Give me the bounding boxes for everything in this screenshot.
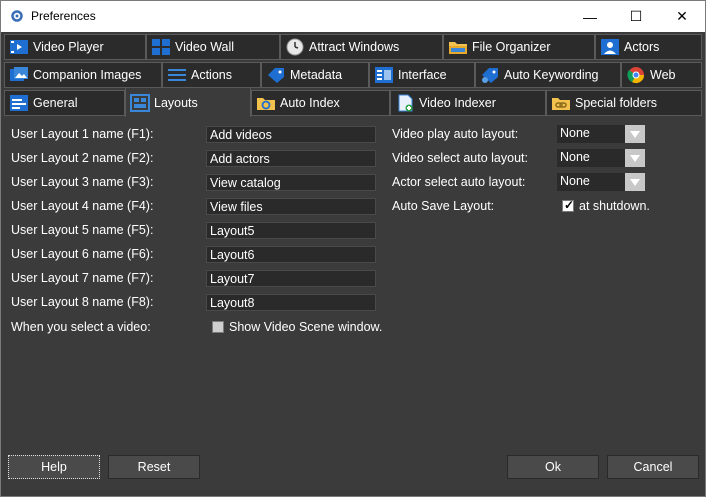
tab-label: Companion Images bbox=[33, 68, 142, 82]
layout-3-name-field[interactable] bbox=[206, 174, 376, 191]
tab-label: Video Wall bbox=[175, 40, 235, 54]
general-icon bbox=[9, 94, 29, 112]
tab-label: Special folders bbox=[575, 96, 657, 110]
close-button[interactable]: ✕ bbox=[659, 1, 705, 32]
layout-7-name-field[interactable] bbox=[206, 270, 376, 287]
tab-label: General bbox=[33, 96, 78, 110]
layout-6-label: User Layout 6 name (F6): bbox=[11, 247, 154, 261]
tab-label: Auto Keywording bbox=[504, 68, 599, 82]
cancel-button[interactable]: Cancel bbox=[607, 455, 699, 479]
tab-label: Attract Windows bbox=[309, 40, 400, 54]
video-play-auto-layout-select[interactable]: None bbox=[557, 125, 645, 143]
tab-label: File Organizer bbox=[472, 40, 551, 54]
layout-5-name-field[interactable] bbox=[206, 222, 376, 239]
tab-label: Video Player bbox=[33, 40, 104, 54]
auto-save-checkbox-label: at shutdown. bbox=[579, 199, 650, 213]
document-icon bbox=[395, 94, 415, 112]
auto-index-icon bbox=[256, 94, 276, 112]
tab-label: Video Indexer bbox=[419, 96, 496, 110]
layout-8-name-field[interactable] bbox=[206, 294, 376, 311]
auto-save-layout-label: Auto Save Layout: bbox=[392, 199, 495, 213]
keyword-tag-icon bbox=[480, 66, 500, 84]
title-bar: Preferences — ☐ ✕ bbox=[1, 1, 705, 32]
images-icon bbox=[9, 66, 29, 84]
tab-video-wall[interactable]: Video Wall bbox=[146, 34, 280, 60]
select-value: None bbox=[560, 150, 590, 164]
layout-1-label: User Layout 1 name (F1): bbox=[11, 127, 154, 141]
tab-actions[interactable]: Actions bbox=[162, 62, 261, 88]
video-select-auto-layout-select[interactable]: None bbox=[557, 149, 645, 167]
tab-label: Metadata bbox=[290, 68, 343, 82]
actor-select-auto-layout-label: Actor select auto layout: bbox=[392, 175, 526, 189]
tab-auto-index[interactable]: Auto Index bbox=[251, 90, 390, 116]
tab-label: Web bbox=[650, 68, 676, 82]
app-gear-icon bbox=[11, 10, 23, 22]
preferences-window: Preferences — ☐ ✕ Video Player Video Wal… bbox=[0, 0, 706, 497]
tab-general[interactable]: General bbox=[4, 90, 125, 116]
dialog-footer: Help Reset Ok Cancel bbox=[1, 447, 705, 496]
layout-1-name-field[interactable] bbox=[206, 126, 376, 143]
layout-8-label: User Layout 8 name (F8): bbox=[11, 295, 154, 309]
tab-metadata[interactable]: Metadata bbox=[261, 62, 369, 88]
layout-3-label: User Layout 3 name (F3): bbox=[11, 175, 154, 189]
tab-layouts[interactable]: Layouts bbox=[125, 87, 251, 117]
layout-6-name-field[interactable] bbox=[206, 246, 376, 263]
video-play-auto-layout-label: Video play auto layout: bbox=[392, 127, 519, 141]
tab-auto-keywording[interactable]: Auto Keywording bbox=[475, 62, 621, 88]
show-video-scene-label: Show Video Scene window. bbox=[229, 320, 383, 334]
interface-icon bbox=[374, 66, 394, 84]
tab-row-3: General Layouts Auto Index Video Indexer… bbox=[1, 87, 705, 117]
tab-video-player[interactable]: Video Player bbox=[4, 34, 146, 60]
video-select-auto-layout-label: Video select auto layout: bbox=[392, 151, 528, 165]
tab-attract-windows[interactable]: Attract Windows bbox=[280, 34, 443, 60]
layout-2-label: User Layout 2 name (F2): bbox=[11, 151, 154, 165]
chrome-icon bbox=[626, 66, 646, 84]
video-player-icon bbox=[9, 38, 29, 56]
tab-actors[interactable]: Actors bbox=[595, 34, 702, 60]
select-video-label: When you select a video: bbox=[11, 320, 151, 334]
tab-web[interactable]: Web bbox=[621, 62, 702, 88]
window-title: Preferences bbox=[31, 9, 96, 23]
tab-special-folders[interactable]: Special folders bbox=[546, 90, 702, 116]
person-icon bbox=[600, 38, 620, 56]
layouts-panel: User Layout 1 name (F1): User Layout 2 n… bbox=[1, 117, 705, 447]
actor-select-auto-layout-select[interactable]: None bbox=[557, 173, 645, 191]
tab-label: Actions bbox=[191, 68, 232, 82]
ok-button[interactable]: Ok bbox=[507, 455, 599, 479]
link-folder-icon bbox=[551, 94, 571, 112]
tab-row-1: Video Player Video Wall Attract Windows … bbox=[1, 33, 705, 61]
minimize-button[interactable]: — bbox=[567, 1, 613, 32]
help-button[interactable]: Help bbox=[8, 455, 100, 479]
tab-interface[interactable]: Interface bbox=[369, 62, 475, 88]
tab-label: Layouts bbox=[154, 95, 198, 110]
tab-companion-images[interactable]: Companion Images bbox=[4, 62, 162, 88]
reset-button[interactable]: Reset bbox=[108, 455, 200, 479]
select-value: None bbox=[560, 174, 590, 188]
tab-label: Interface bbox=[398, 68, 447, 82]
tab-label: Actors bbox=[624, 40, 660, 54]
tag-icon bbox=[266, 66, 286, 84]
show-video-scene-checkbox[interactable] bbox=[212, 321, 224, 333]
video-wall-icon bbox=[151, 38, 171, 56]
clock-icon bbox=[285, 38, 305, 56]
tab-video-indexer[interactable]: Video Indexer bbox=[390, 90, 546, 116]
chevron-down-icon[interactable] bbox=[625, 173, 645, 191]
layouts-icon bbox=[130, 93, 150, 112]
layout-2-name-field[interactable] bbox=[206, 150, 376, 167]
chevron-down-icon[interactable] bbox=[625, 125, 645, 143]
layout-7-label: User Layout 7 name (F7): bbox=[11, 271, 154, 285]
tab-file-organizer[interactable]: File Organizer bbox=[443, 34, 595, 60]
tab-row-2: Companion Images Actions Metadata Interf… bbox=[1, 61, 705, 89]
select-value: None bbox=[560, 126, 590, 140]
layout-5-label: User Layout 5 name (F5): bbox=[11, 223, 154, 237]
chevron-down-icon[interactable] bbox=[625, 149, 645, 167]
list-icon bbox=[167, 66, 187, 84]
tab-label: Auto Index bbox=[280, 96, 340, 110]
folder-icon bbox=[448, 38, 468, 56]
maximize-button[interactable]: ☐ bbox=[613, 1, 659, 32]
layout-4-label: User Layout 4 name (F4): bbox=[11, 199, 154, 213]
layout-4-name-field[interactable] bbox=[206, 198, 376, 215]
auto-save-checkbox[interactable] bbox=[562, 198, 574, 212]
